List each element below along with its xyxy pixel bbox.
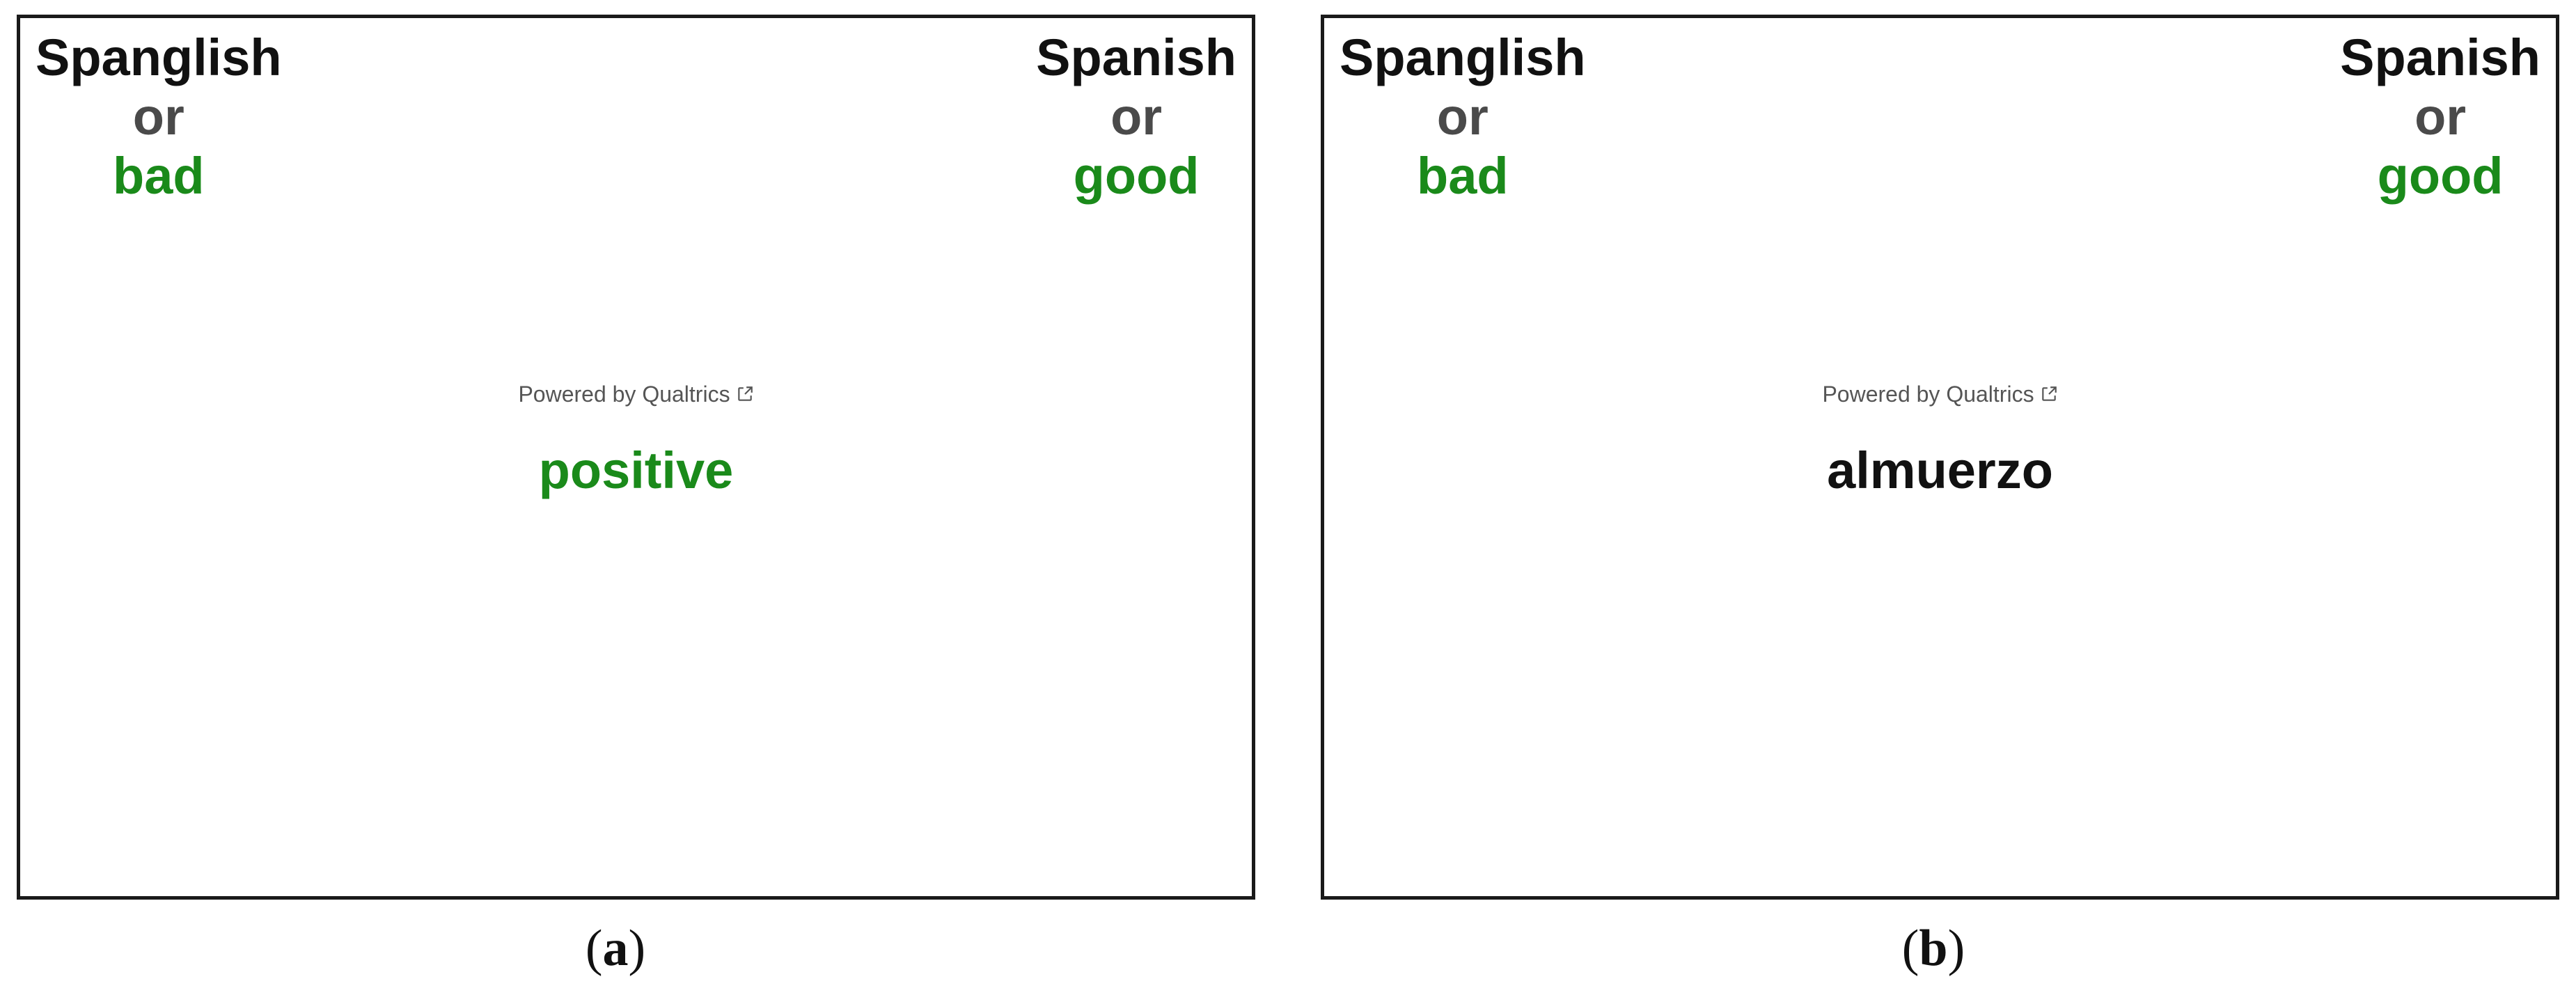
external-link-icon <box>737 386 753 401</box>
screenshot-panel-b: Spanglish or bad Spanish or good Powered… <box>1321 15 2559 900</box>
screenshot-panel-a: Spanglish or bad Spanish or good Powered… <box>17 15 1255 900</box>
powered-by-link[interactable]: Powered by Qualtrics <box>1324 382 2556 407</box>
left-category-conjunction: or <box>132 88 184 146</box>
left-category-label: Spanglish or bad <box>1340 28 1586 205</box>
caption-letter: b <box>1919 920 1948 977</box>
right-category-name: Spanish <box>1036 29 1236 86</box>
caption-letter: a <box>602 920 629 977</box>
powered-by-link[interactable]: Powered by Qualtrics <box>20 382 1252 407</box>
right-category-attribute: good <box>2377 147 2504 205</box>
left-category-attribute: bad <box>1417 147 1509 205</box>
left-category-label: Spanglish or bad <box>36 28 282 205</box>
panel-caption-a: (a) <box>585 920 646 977</box>
powered-by-text: Powered by Qualtrics <box>518 382 730 407</box>
right-category-label: Spanish or good <box>1036 28 1236 205</box>
left-category-name: Spanglish <box>36 29 282 86</box>
left-category-attribute: bad <box>113 147 205 205</box>
right-category-label: Spanish or good <box>2340 28 2540 205</box>
right-category-conjunction: or <box>2414 88 2467 146</box>
powered-by-text: Powered by Qualtrics <box>1822 382 2034 407</box>
external-link-icon <box>2041 386 2057 401</box>
left-category-conjunction: or <box>1436 88 1489 146</box>
right-category-name: Spanish <box>2340 29 2540 86</box>
left-category-name: Spanglish <box>1340 29 1586 86</box>
right-category-conjunction: or <box>1110 88 1163 146</box>
panel-caption-b: (b) <box>1901 920 1965 977</box>
stimulus-word: almuerzo <box>1827 441 2053 499</box>
stimulus-word: positive <box>538 441 734 499</box>
right-category-attribute: good <box>1073 147 1200 205</box>
